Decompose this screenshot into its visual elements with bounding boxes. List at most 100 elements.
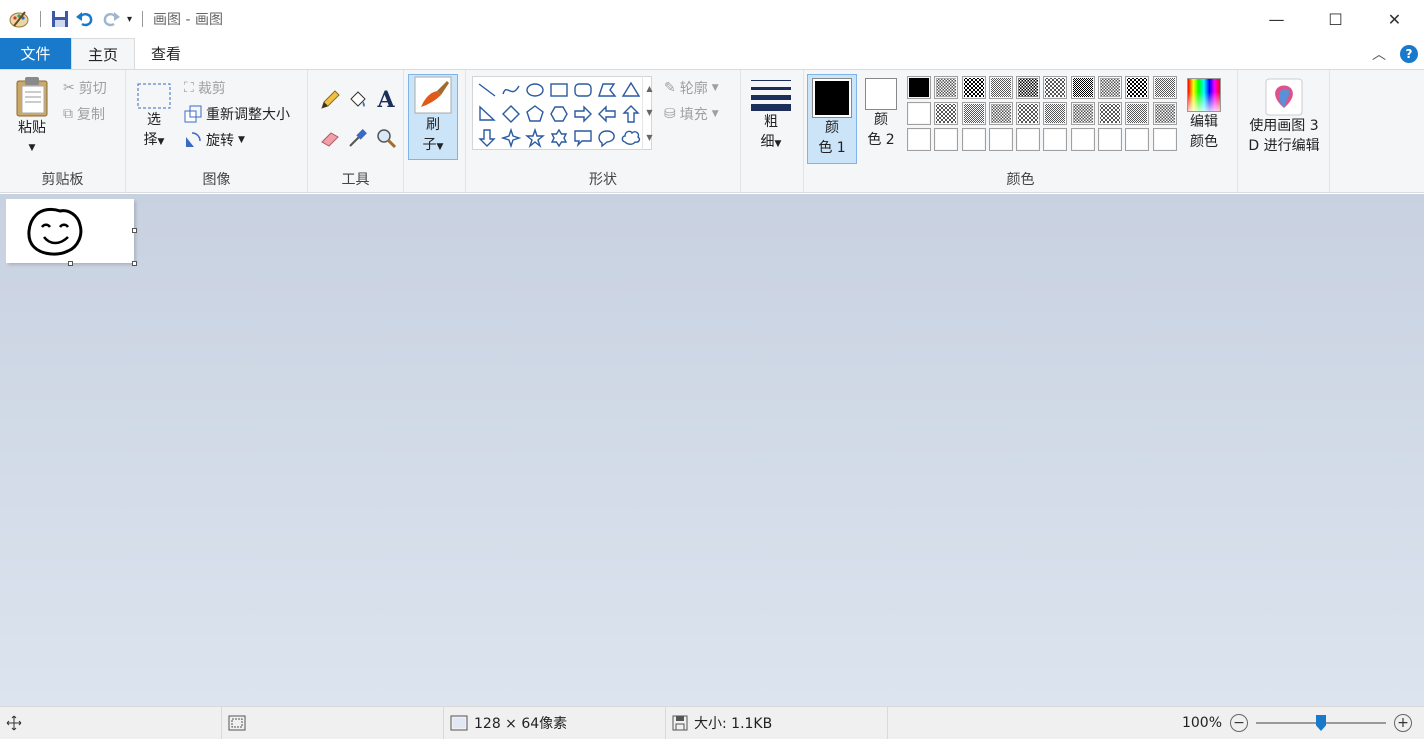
- rotate-dropdown-icon[interactable]: ▼: [238, 135, 245, 145]
- tab-file[interactable]: 文件: [0, 38, 71, 69]
- rectangle-callout-shape-icon[interactable]: [571, 126, 595, 150]
- palette-swatch[interactable]: [1125, 76, 1150, 99]
- outline-dropdown-icon[interactable]: ▼: [712, 83, 719, 93]
- palette-swatch[interactable]: [1125, 102, 1150, 125]
- rounded-rectangle-shape-icon[interactable]: [571, 78, 595, 102]
- pentagon-shape-icon[interactable]: [523, 102, 547, 126]
- palette-swatch[interactable]: [1125, 128, 1150, 151]
- palette-swatch[interactable]: [907, 128, 931, 151]
- palette-swatch[interactable]: [934, 128, 959, 151]
- polygon-shape-icon[interactable]: [595, 78, 619, 102]
- line-shape-icon[interactable]: [475, 78, 499, 102]
- palette-swatch[interactable]: [1043, 102, 1068, 125]
- zoom-slider-thumb[interactable]: [1316, 715, 1326, 731]
- text-icon[interactable]: A: [374, 87, 398, 113]
- palette-swatch[interactable]: [988, 102, 1013, 125]
- palette-swatch[interactable]: [907, 76, 931, 99]
- color-picker-icon[interactable]: [346, 126, 370, 150]
- left-arrow-shape-icon[interactable]: [595, 102, 619, 126]
- resize-button[interactable]: 重新调整大小: [184, 104, 290, 124]
- scroll-up-icon[interactable]: ▲: [646, 84, 652, 93]
- paste-button[interactable]: 粘贴 ▼: [10, 76, 54, 158]
- size-button[interactable]: 粗 细▼: [749, 78, 793, 154]
- palette-swatch[interactable]: [1043, 76, 1068, 99]
- tab-home[interactable]: 主页: [71, 38, 135, 69]
- edit-colors-button[interactable]: 编辑 颜色: [1182, 78, 1226, 152]
- redo-icon[interactable]: [101, 10, 121, 28]
- resize-handle-right[interactable]: [132, 228, 137, 233]
- palette-swatch[interactable]: [1070, 102, 1095, 125]
- color1-button[interactable]: 颜 色 1: [807, 74, 857, 164]
- resize-handle-bottom[interactable]: [68, 261, 73, 266]
- eraser-icon[interactable]: [318, 126, 342, 150]
- palette-swatch[interactable]: [988, 128, 1013, 151]
- expand-gallery-icon[interactable]: ▼: [646, 133, 652, 142]
- five-point-star-shape-icon[interactable]: [523, 126, 547, 150]
- palette-swatch[interactable]: [907, 102, 931, 125]
- right-arrow-shape-icon[interactable]: [571, 102, 595, 126]
- undo-icon[interactable]: [75, 10, 95, 28]
- palette-swatch[interactable]: [1016, 128, 1041, 151]
- palette-swatch[interactable]: [1070, 76, 1095, 99]
- cut-button[interactable]: ✂ 剪切: [63, 78, 107, 98]
- fill-bucket-icon[interactable]: [346, 88, 370, 112]
- triangle-shape-icon[interactable]: [619, 78, 643, 102]
- color2-button[interactable]: 颜 色 2: [859, 78, 903, 150]
- customize-qat-icon[interactable]: ▾: [127, 14, 132, 25]
- zoom-out-icon[interactable]: −: [1230, 714, 1248, 732]
- palette-swatch[interactable]: [934, 76, 959, 99]
- drawing-canvas[interactable]: [6, 199, 137, 266]
- palette-swatch[interactable]: [988, 76, 1013, 99]
- scroll-down-icon[interactable]: ▼: [646, 108, 652, 117]
- palette-swatch[interactable]: [1098, 128, 1123, 151]
- fill-button[interactable]: ⛁ 填充 ▼: [664, 104, 719, 124]
- save-icon[interactable]: [51, 10, 69, 28]
- oval-callout-shape-icon[interactable]: [595, 126, 619, 150]
- palette-swatch[interactable]: [961, 128, 986, 151]
- shapes-scroll[interactable]: ▲ ▼ ▼: [642, 76, 656, 150]
- palette-swatch[interactable]: [961, 76, 986, 99]
- down-arrow-shape-icon[interactable]: [475, 126, 499, 150]
- select-button[interactable]: 选 择▼: [134, 82, 174, 152]
- four-point-star-shape-icon[interactable]: [499, 126, 523, 150]
- palette-swatch[interactable]: [1016, 102, 1041, 125]
- hexagon-shape-icon[interactable]: [547, 102, 571, 126]
- palette-swatch[interactable]: [1152, 76, 1177, 99]
- cloud-callout-shape-icon[interactable]: [619, 126, 643, 150]
- tab-view[interactable]: 查看: [135, 38, 197, 69]
- right-triangle-shape-icon[interactable]: [475, 102, 499, 126]
- fill-dropdown-icon[interactable]: ▼: [712, 109, 719, 119]
- collapse-ribbon-icon[interactable]: ︿: [1372, 44, 1386, 64]
- minimize-button[interactable]: —: [1247, 0, 1306, 38]
- oval-shape-icon[interactable]: [523, 78, 547, 102]
- rotate-button[interactable]: 旋转 ▼: [184, 130, 245, 150]
- zoom-in-icon[interactable]: +: [1394, 714, 1412, 732]
- palette-swatch[interactable]: [1070, 128, 1095, 151]
- palette-swatch[interactable]: [934, 102, 959, 125]
- curve-shape-icon[interactable]: [499, 78, 523, 102]
- palette-swatch[interactable]: [1043, 128, 1068, 151]
- zoom-slider[interactable]: [1256, 713, 1386, 733]
- paste-dropdown-icon[interactable]: ▼: [29, 138, 36, 158]
- rectangle-shape-icon[interactable]: [547, 78, 571, 102]
- pencil-icon[interactable]: [318, 88, 342, 112]
- palette-swatch[interactable]: [1016, 76, 1041, 99]
- crop-button[interactable]: ⛶ 裁剪: [184, 78, 226, 98]
- palette-swatch[interactable]: [1152, 128, 1177, 151]
- close-button[interactable]: ✕: [1365, 0, 1424, 38]
- edit-with-paint3d-button[interactable]: 使用画图 3 D 进行编辑: [1240, 78, 1328, 156]
- paint-app-icon[interactable]: [8, 8, 30, 30]
- palette-swatch[interactable]: [961, 102, 986, 125]
- six-point-star-shape-icon[interactable]: [547, 126, 571, 150]
- brush-button[interactable]: 刷 子▼: [408, 74, 458, 160]
- palette-swatch[interactable]: [1098, 76, 1123, 99]
- help-icon[interactable]: ?: [1400, 45, 1418, 63]
- diamond-shape-icon[interactable]: [499, 102, 523, 126]
- magnifier-icon[interactable]: [374, 126, 398, 150]
- resize-handle-corner[interactable]: [132, 261, 137, 266]
- palette-swatch[interactable]: [1098, 102, 1123, 125]
- up-arrow-shape-icon[interactable]: [619, 102, 643, 126]
- palette-swatch[interactable]: [1152, 102, 1177, 125]
- maximize-button[interactable]: ☐: [1306, 0, 1365, 38]
- outline-button[interactable]: ✎ 轮廓 ▼: [664, 78, 719, 98]
